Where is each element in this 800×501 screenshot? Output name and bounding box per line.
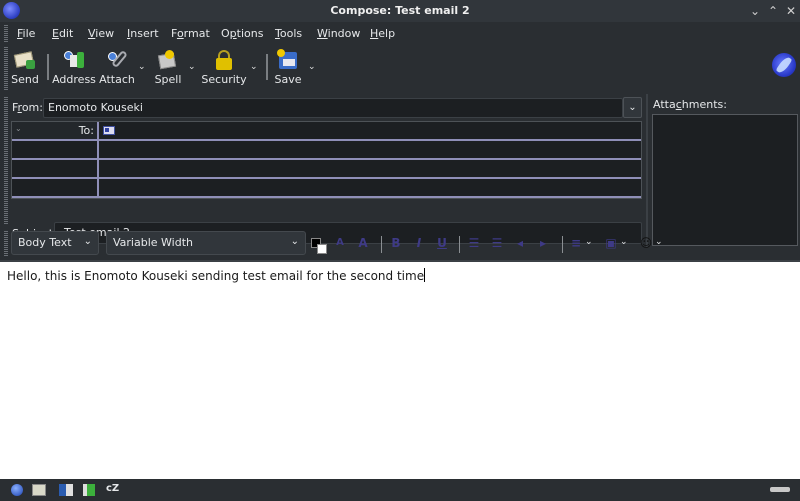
- align-dropdown[interactable]: ⌄: [585, 237, 593, 247]
- recipient-type-select[interactable]: ⌄ To:: [12, 122, 99, 139]
- paragraph-style-select[interactable]: Body Text ⌄: [11, 231, 99, 255]
- from-label: From:: [12, 101, 43, 114]
- recipient-input[interactable]: [120, 122, 641, 139]
- attachment-splitter[interactable]: [646, 94, 648, 247]
- address-button[interactable]: Address: [52, 47, 96, 89]
- chevron-down-icon: ⌄: [15, 124, 22, 133]
- attachments-list[interactable]: [652, 114, 798, 246]
- close-button[interactable]: ✕: [783, 3, 799, 19]
- insert-dropdown[interactable]: ⌄: [620, 237, 628, 247]
- menu-tools[interactable]: Tools: [275, 27, 302, 40]
- lock-icon: [212, 49, 236, 71]
- insert-image-icon[interactable]: ▣: [604, 237, 618, 249]
- online-status-icon[interactable]: [770, 487, 790, 492]
- send-icon: [13, 49, 37, 71]
- recipient-row[interactable]: [12, 160, 641, 179]
- format-separator: [562, 236, 563, 253]
- smiley-icon[interactable]: ☺: [639, 237, 653, 249]
- maximize-button[interactable]: ⌃: [765, 3, 781, 19]
- window-title: Compose: Test email 2: [330, 4, 470, 17]
- format-toolbar: Body Text ⌄ Variable Width ⌄ A A B I U ☰…: [0, 228, 800, 258]
- underline-icon[interactable]: U: [435, 237, 449, 249]
- spellcheck-icon: [156, 49, 180, 71]
- format-separator: [459, 236, 460, 253]
- from-dropdown-button[interactable]: ⌄: [623, 97, 642, 118]
- security-button[interactable]: Security: [201, 47, 247, 89]
- format-separator: [381, 236, 382, 253]
- bullet-list-icon[interactable]: ☰: [467, 237, 481, 249]
- recipient-list: ⌄ To:: [11, 121, 642, 199]
- paperclip-icon: [105, 49, 129, 71]
- header-grip[interactable]: [4, 96, 8, 224]
- font-select[interactable]: Variable Width ⌄: [106, 231, 306, 255]
- italic-icon[interactable]: I: [412, 237, 426, 249]
- decrease-font-size-icon[interactable]: A: [333, 237, 347, 249]
- send-button[interactable]: Send: [11, 47, 39, 89]
- chatzilla-icon[interactable]: cZ: [106, 483, 119, 494]
- menu-format[interactable]: Format: [171, 27, 210, 40]
- toolbar-separator: [47, 54, 49, 80]
- spell-dropdown[interactable]: ⌄: [188, 62, 196, 72]
- background-color-swatch[interactable]: [317, 244, 327, 254]
- increase-font-size-icon[interactable]: A: [356, 237, 370, 249]
- address-book-icon[interactable]: [83, 484, 95, 496]
- attachments-label: Attachments:: [653, 98, 727, 111]
- text-caret: [424, 268, 426, 282]
- menu-insert[interactable]: Insert: [127, 27, 159, 40]
- composer-icon[interactable]: [59, 484, 73, 496]
- title-bar: Compose: Test email 2 ⌄ ⌃ ✕: [0, 0, 800, 22]
- recipient-row[interactable]: [12, 141, 641, 160]
- outdent-icon[interactable]: ◂: [513, 237, 527, 249]
- attach-dropdown[interactable]: ⌄: [138, 62, 146, 72]
- save-button[interactable]: Save: [275, 47, 302, 89]
- toolbar-grip[interactable]: [4, 46, 8, 90]
- menu-bar: File Edit View Insert Format Options Too…: [0, 22, 800, 44]
- address-card-icon: [103, 126, 115, 135]
- toolbar-separator: [266, 54, 268, 80]
- address-book-icon: [62, 49, 86, 71]
- text-color-picker[interactable]: [311, 238, 328, 255]
- menu-options[interactable]: Options: [221, 27, 263, 40]
- status-bar: cZ: [0, 479, 800, 501]
- smiley-dropdown[interactable]: ⌄: [655, 237, 663, 247]
- spell-button[interactable]: Spell: [155, 47, 181, 89]
- attach-button[interactable]: Attach: [99, 47, 135, 89]
- menu-file[interactable]: File: [17, 27, 35, 40]
- recipient-row[interactable]: [12, 179, 641, 198]
- menu-help[interactable]: Help: [370, 27, 395, 40]
- from-select[interactable]: Enomoto Kouseki: [43, 98, 623, 118]
- message-body-text[interactable]: Hello, this is Enomoto Kouseki sending t…: [7, 268, 426, 283]
- message-body-editor[interactable]: Hello, this is Enomoto Kouseki sending t…: [0, 260, 800, 500]
- security-dropdown[interactable]: ⌄: [250, 62, 258, 72]
- align-icon[interactable]: ≡: [569, 237, 583, 249]
- main-toolbar: Send Address Attach ⌄ Spell ⌄ Security ⌄…: [0, 44, 800, 92]
- seamonkey-throbber-icon[interactable]: [772, 53, 796, 77]
- recipient-row: ⌄ To:: [12, 122, 641, 141]
- format-toolbar-grip[interactable]: [4, 230, 8, 256]
- save-floppy-icon: [276, 49, 300, 71]
- chevron-down-icon: ⌄: [83, 236, 92, 247]
- minimize-button[interactable]: ⌄: [747, 3, 763, 19]
- menu-window[interactable]: Window: [317, 27, 360, 40]
- mail-icon[interactable]: [32, 484, 46, 496]
- compose-window: File Edit View Insert Format Options Too…: [0, 22, 800, 501]
- bold-icon[interactable]: B: [389, 237, 403, 249]
- menubar-grip[interactable]: [4, 24, 8, 42]
- menu-edit[interactable]: Edit: [52, 27, 73, 40]
- browser-icon[interactable]: [11, 484, 23, 496]
- save-dropdown[interactable]: ⌄: [308, 62, 316, 72]
- menu-view[interactable]: View: [88, 27, 114, 40]
- indent-icon[interactable]: ▸: [536, 237, 550, 249]
- chevron-down-icon: ⌄: [290, 236, 299, 247]
- numbered-list-icon[interactable]: ☰: [490, 237, 504, 249]
